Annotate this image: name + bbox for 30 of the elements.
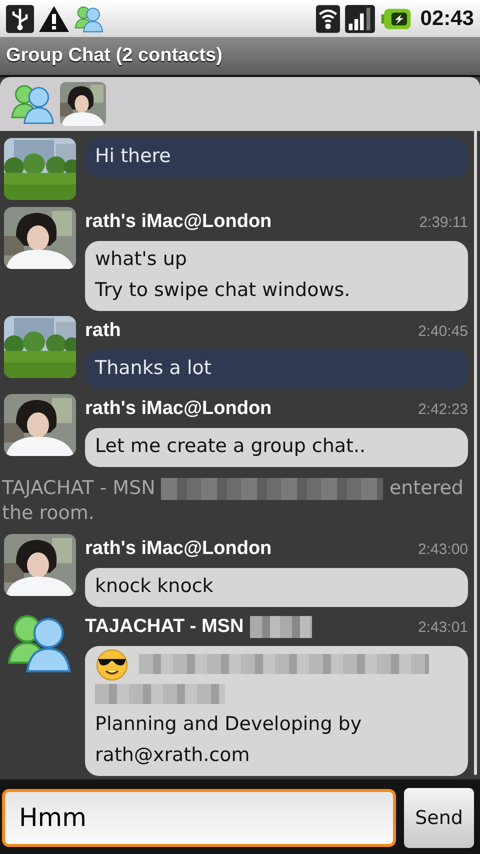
message-text: Try to swipe chat windows. bbox=[95, 278, 352, 303]
message-text: what's up bbox=[95, 247, 188, 272]
message-text: knock knock bbox=[95, 574, 214, 599]
system-message: TAJACHAT - MSN entered the room. bbox=[1, 476, 464, 526]
sender-name: rath's iMac@London bbox=[85, 538, 272, 560]
message-input-field[interactable]: Hmm bbox=[2, 788, 396, 846]
sender-name: TAJACHAT - MSN bbox=[85, 616, 244, 638]
send-button[interactable]: Send bbox=[404, 788, 474, 848]
sender-name: rath bbox=[85, 320, 121, 342]
message-text: Hi there bbox=[95, 144, 172, 169]
sender-name: rath's iMac@London bbox=[85, 211, 272, 233]
warning-icon bbox=[38, 4, 70, 32]
wifi-icon bbox=[316, 4, 340, 32]
sender-name: rath's iMac@London bbox=[85, 398, 272, 420]
message-text: Planning and Developing by rath@xrath.com bbox=[95, 712, 363, 768]
clock: 02:43 bbox=[420, 6, 474, 30]
message-time: 2:43:01 bbox=[418, 618, 468, 636]
message-time: 2:39:11 bbox=[419, 214, 468, 230]
buddies-icon bbox=[74, 4, 105, 32]
buddies-icon bbox=[10, 82, 56, 126]
message-text: Let me create a group chat.. bbox=[95, 434, 367, 459]
window-title: Group Chat (2 contacts) bbox=[6, 45, 222, 67]
message-time: 2:40:45 bbox=[418, 322, 468, 340]
battery-charging-icon bbox=[380, 8, 412, 30]
message-text: Thanks a lot bbox=[95, 356, 212, 381]
message-time: 2:42:23 bbox=[418, 400, 468, 418]
message-time: 2:43:00 bbox=[418, 540, 468, 558]
signal-icon bbox=[344, 4, 376, 32]
sunglasses-emoji-icon bbox=[95, 647, 129, 681]
usb-icon bbox=[6, 4, 34, 32]
